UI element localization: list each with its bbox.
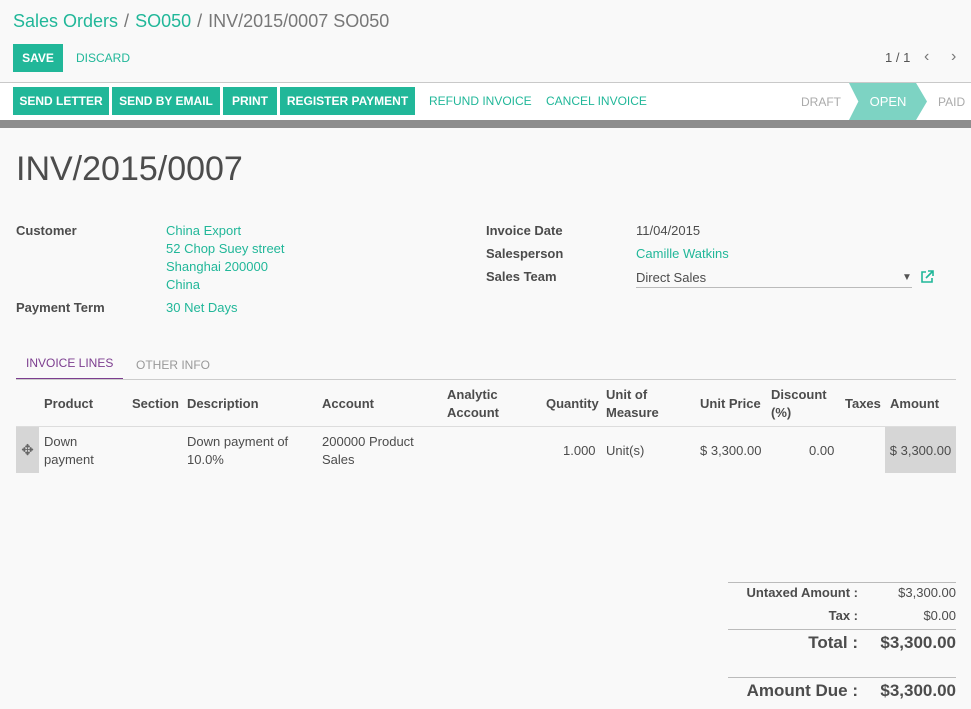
discard-button[interactable]: DISCARD bbox=[76, 44, 130, 72]
breadcrumb-so050[interactable]: SO050 bbox=[135, 11, 191, 31]
column-header-amount[interactable]: Amount bbox=[890, 395, 939, 413]
send-by-email-button[interactable]: SEND BY EMAIL bbox=[112, 87, 220, 115]
customer-address-line[interactable]: Shanghai 200000 bbox=[166, 259, 268, 274]
send-letter-button[interactable]: SEND LETTER bbox=[13, 87, 109, 115]
column-header-line: (%) bbox=[771, 405, 792, 420]
line-amount: $ 3,300.00 bbox=[885, 427, 956, 473]
cell-line: Down payment of bbox=[187, 434, 289, 449]
customer-address-line[interactable]: 52 Chop Suey street bbox=[166, 241, 285, 256]
column-header-line: Measure bbox=[606, 405, 659, 420]
line-product[interactable]: Down payment bbox=[44, 433, 94, 469]
line-uom[interactable]: Unit(s) bbox=[606, 442, 644, 460]
line-discount[interactable]: 0.00 bbox=[809, 442, 834, 460]
salesperson-label: Salesperson bbox=[486, 246, 564, 261]
totals-divider bbox=[728, 629, 956, 630]
status-paid[interactable]: PAID bbox=[938, 83, 965, 120]
payment-term-link[interactable]: 30 Net Days bbox=[166, 300, 238, 315]
status-open-label: OPEN bbox=[869, 94, 907, 109]
salesperson-link[interactable]: Camille Watkins bbox=[636, 246, 729, 261]
customer-link[interactable]: China Export bbox=[166, 223, 241, 238]
breadcrumb-current: INV/2015/0007 SO050 bbox=[208, 11, 390, 31]
column-header-line: Analytic bbox=[447, 387, 498, 402]
column-header-product[interactable]: Product bbox=[44, 395, 93, 413]
column-header-section[interactable]: Section bbox=[132, 395, 179, 413]
customer-address-line[interactable]: China bbox=[166, 277, 200, 292]
untaxed-amount-label: Untaxed Amount : bbox=[746, 585, 858, 600]
customer-label: Customer bbox=[16, 223, 77, 238]
column-header-line: Discount bbox=[771, 387, 827, 402]
chevron-right-icon[interactable]: › bbox=[951, 48, 956, 66]
pager-counter: 1 / 1 bbox=[885, 50, 911, 65]
column-header-account[interactable]: Account bbox=[322, 395, 374, 413]
table-header-divider bbox=[16, 426, 956, 427]
print-button[interactable]: PRINT bbox=[223, 87, 277, 115]
refund-invoice-button[interactable]: REFUND INVOICE bbox=[429, 87, 532, 115]
breadcrumb-sales-orders[interactable]: Sales Orders bbox=[13, 11, 118, 31]
tabs-divider bbox=[16, 379, 956, 380]
untaxed-amount-value: $3,300.00 bbox=[898, 585, 956, 600]
breadcrumb-separator: / bbox=[124, 11, 130, 31]
totals-divider bbox=[728, 677, 956, 678]
column-header-description[interactable]: Description bbox=[187, 395, 259, 413]
breadcrumb: Sales Orders / SO050/INV/2015/0007 SO050 bbox=[13, 11, 389, 32]
status-open[interactable]: OPEN bbox=[849, 83, 927, 120]
column-header-quantity[interactable]: Quantity bbox=[546, 395, 599, 413]
payment-term-label: Payment Term bbox=[16, 300, 105, 315]
column-header-line: Unit of bbox=[606, 387, 648, 402]
save-button[interactable]: SAVE bbox=[13, 44, 63, 72]
total-value: $3,300.00 bbox=[880, 633, 956, 652]
invoice-title: INV/2015/0007 bbox=[16, 150, 243, 188]
tab-invoice-lines[interactable]: INVOICE LINES bbox=[16, 356, 124, 380]
register-payment-button[interactable]: REGISTER PAYMENT bbox=[280, 87, 415, 115]
column-header-taxes[interactable]: Taxes bbox=[845, 395, 881, 413]
amount-due-value: $3,300.00 bbox=[880, 681, 956, 700]
line-account[interactable]: 200000 Product Sales bbox=[322, 433, 414, 469]
cell-line: Sales bbox=[322, 452, 355, 467]
line-quantity[interactable]: 1.000 bbox=[563, 442, 596, 460]
invoice-date-label: Invoice Date bbox=[486, 223, 563, 238]
header-bottom-border bbox=[0, 120, 971, 128]
column-header-unit-of-measure[interactable]: Unit of Measure bbox=[606, 386, 659, 422]
column-header-unit-price[interactable]: Unit Price bbox=[700, 395, 761, 413]
caret-down-icon[interactable]: ▼ bbox=[902, 272, 912, 283]
cell-line: 10.0% bbox=[187, 452, 224, 467]
column-header-discount[interactable]: Discount (%) bbox=[771, 386, 827, 422]
line-description[interactable]: Down payment of 10.0% bbox=[187, 433, 288, 469]
cell-line: payment bbox=[44, 452, 94, 467]
line-unit-price[interactable]: $ 3,300.00 bbox=[700, 442, 761, 460]
cell-line: 200000 Product bbox=[322, 434, 414, 449]
drag-handle-icon[interactable]: ✥ bbox=[16, 427, 39, 473]
total-label: Total : bbox=[808, 633, 858, 652]
chevron-left-icon[interactable]: ‹ bbox=[924, 48, 929, 66]
invoice-date-value: 11/04/2015 bbox=[636, 223, 701, 238]
external-link-icon[interactable] bbox=[920, 270, 934, 284]
tab-other-info[interactable]: OTHER INFO bbox=[136, 358, 210, 372]
sales-team-label: Sales Team bbox=[486, 269, 557, 284]
line-amount-value: $ 3,300.00 bbox=[889, 442, 952, 458]
column-header-line: Account bbox=[447, 405, 499, 420]
amount-due-label: Amount Due : bbox=[746, 681, 858, 700]
totals-top-rule bbox=[728, 582, 956, 583]
column-header-analytic-account[interactable]: Analytic Account bbox=[447, 386, 499, 422]
status-draft[interactable]: DRAFT bbox=[801, 83, 841, 120]
tax-label: Tax : bbox=[828, 608, 858, 623]
cancel-invoice-button[interactable]: CANCEL INVOICE bbox=[546, 87, 647, 115]
cell-line: Down bbox=[44, 434, 78, 449]
sales-team-underline bbox=[636, 287, 912, 288]
breadcrumb-separator: / bbox=[197, 11, 203, 31]
sales-team-select[interactable]: Direct Sales bbox=[636, 270, 706, 285]
tax-value: $0.00 bbox=[923, 608, 956, 623]
